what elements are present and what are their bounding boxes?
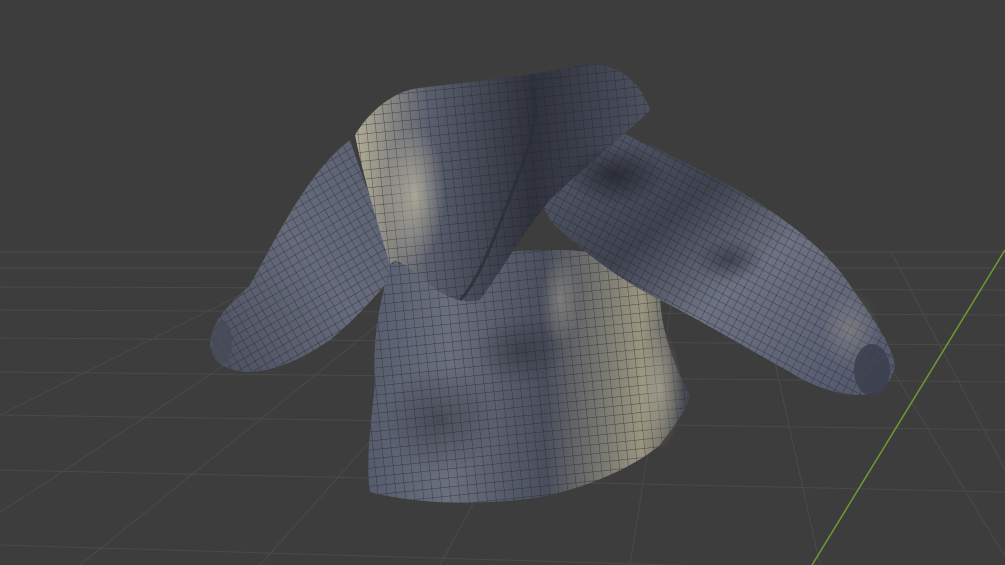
3d-viewport[interactable] — [0, 0, 1005, 565]
viewport-canvas[interactable] — [0, 0, 1005, 565]
hoodie-mesh[interactable] — [210, 64, 895, 503]
right-cuff — [854, 344, 890, 396]
left-cuff — [212, 320, 232, 364]
